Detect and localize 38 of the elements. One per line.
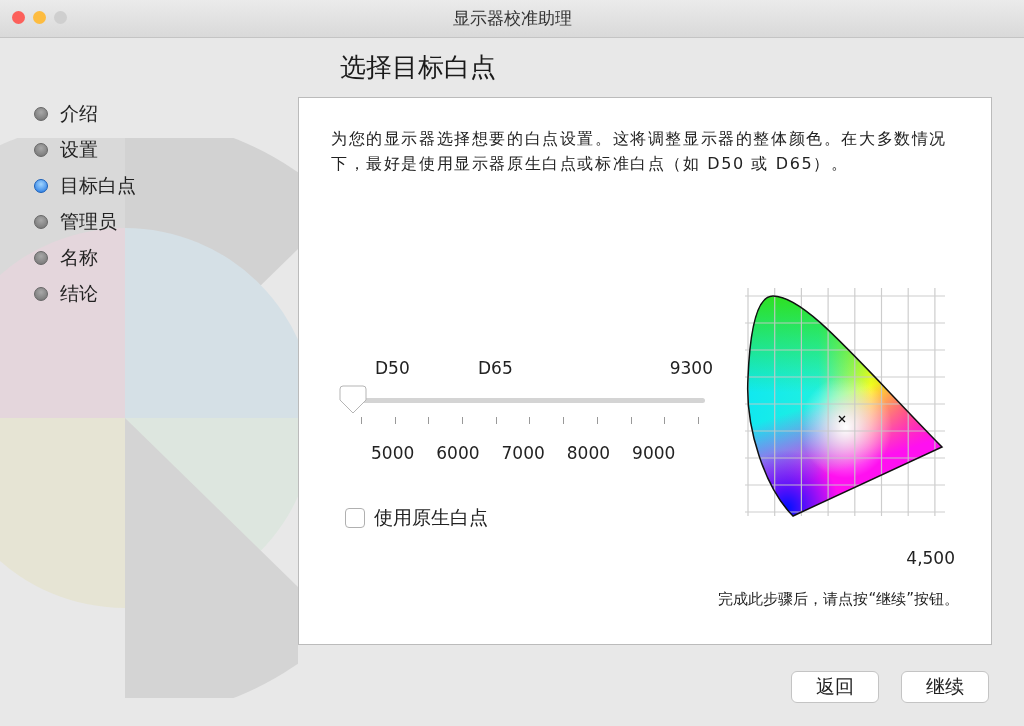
scale-label: 9000 bbox=[632, 443, 676, 463]
tick-mark bbox=[394, 417, 396, 424]
step-label: 管理员 bbox=[60, 209, 117, 234]
step-label: 介绍 bbox=[60, 101, 98, 126]
tick-mark bbox=[361, 417, 362, 424]
tick-mark bbox=[462, 417, 464, 424]
slider-thumb[interactable] bbox=[339, 385, 367, 415]
step-label: 结论 bbox=[60, 281, 98, 306]
hint-text: 完成此步骤后，请点按“继续”按钮。 bbox=[718, 590, 959, 609]
slider-marker-label: D50 bbox=[375, 358, 410, 378]
zoom-button[interactable] bbox=[54, 11, 67, 24]
gamut-reading: 4,500 bbox=[906, 548, 955, 568]
close-button[interactable] bbox=[12, 11, 25, 24]
step-label: 名称 bbox=[60, 245, 98, 270]
continue-button[interactable]: 继续 bbox=[901, 671, 989, 703]
checkbox-label: 使用原生白点 bbox=[374, 505, 488, 530]
step-label: 目标白点 bbox=[60, 173, 136, 198]
slider-marker-label: D65 bbox=[478, 358, 513, 378]
tick-mark bbox=[495, 417, 497, 424]
scale-label: 6000 bbox=[436, 443, 480, 463]
tick-mark bbox=[428, 417, 430, 424]
slider-marker-label: 9300 bbox=[669, 358, 713, 378]
step-label: 设置 bbox=[60, 137, 98, 162]
back-button[interactable]: 返回 bbox=[791, 671, 879, 703]
tick-mark bbox=[697, 417, 699, 424]
description-text: 为您的显示器选择想要的白点设置。这将调整显示器的整体颜色。在大多数情况下，最好是使用显示器原生白点或标准白点（如 D50 或 D65）。 bbox=[331, 128, 948, 175]
tick-mark bbox=[563, 417, 565, 424]
scale-label: 8000 bbox=[566, 443, 611, 463]
tick-mark bbox=[529, 417, 531, 424]
scale-label: 7000 bbox=[501, 443, 545, 463]
minimize-button[interactable] bbox=[33, 11, 46, 24]
tick-mark bbox=[596, 417, 598, 424]
checkbox[interactable] bbox=[345, 508, 365, 528]
tick-mark bbox=[630, 417, 632, 424]
scale-label: 5000 bbox=[371, 443, 415, 463]
tick-mark bbox=[664, 417, 666, 424]
page-heading: 选择目标白点 bbox=[339, 51, 497, 84]
window-title: 显示器校准助理 bbox=[452, 7, 572, 30]
